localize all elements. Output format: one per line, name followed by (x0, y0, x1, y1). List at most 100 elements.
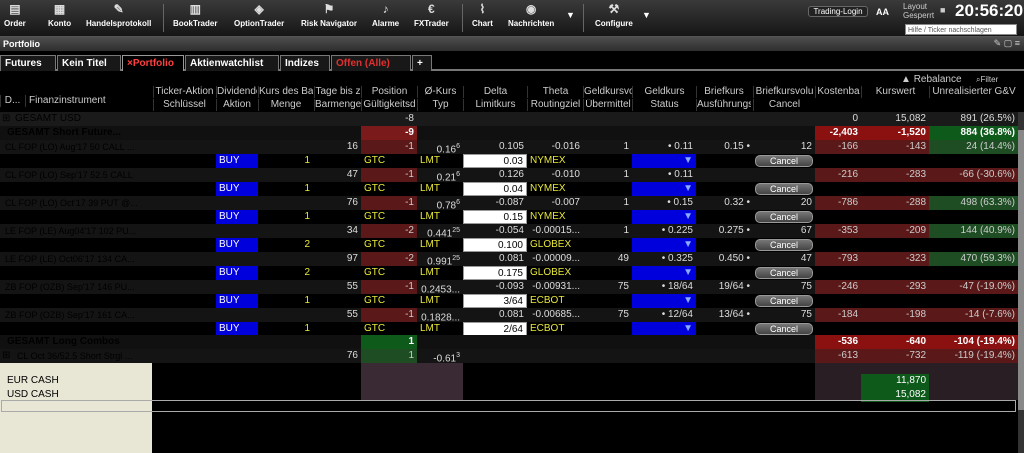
order-route[interactable]: NYMEX (527, 210, 583, 224)
order-cancel-button[interactable]: Cancel (755, 239, 813, 251)
tab-indizes[interactable]: Indizes (280, 55, 330, 71)
order-route[interactable]: NYMEX (527, 154, 583, 168)
order-column-header-3[interactable]: Barmenge (314, 99, 361, 111)
order-status-dropdown[interactable]: ▼ (632, 294, 696, 308)
order-status-dropdown[interactable]: ▼ (632, 266, 696, 280)
order-tif[interactable]: GTC (361, 182, 417, 196)
order-cancel-button[interactable]: Cancel (755, 155, 813, 167)
order-quantity[interactable]: 1 (258, 294, 313, 308)
order-row[interactable]: BUY 1 GTC LMT 0.04 NYMEX ▼ Cancel (0, 182, 1018, 196)
tab-offen-alle[interactable]: Offen (Alle) (331, 55, 411, 71)
toolbar-more-dropdown[interactable]: ▼ (566, 10, 575, 20)
order-tif[interactable]: GTC (361, 266, 417, 280)
toolbar-optiontrader[interactable]: ◈ OptionTrader (234, 2, 284, 28)
order-quantity[interactable]: 1 (258, 182, 313, 196)
order-tif[interactable]: GTC (361, 322, 417, 336)
order-type[interactable]: LMT (417, 266, 463, 280)
instrument-name[interactable]: ZB FOP (OZB) Sep'17 146 PU... (2, 280, 152, 294)
order-route[interactable]: ECBOT (527, 294, 583, 308)
order-type[interactable]: LMT (417, 154, 463, 168)
rebalance-button[interactable]: ▲ Rebalance (901, 74, 962, 85)
order-cancel-button[interactable]: Cancel (755, 211, 813, 223)
order-limit-price[interactable]: 0.100 (463, 238, 527, 252)
order-column-header-1[interactable]: Aktion (216, 99, 257, 111)
column-header-6[interactable]: Position (361, 86, 417, 98)
order-row[interactable]: BUY 2 GTC LMT 0.175 GLOBEX ▼ Cancel (0, 266, 1018, 280)
column-header-14[interactable]: Kostenba (815, 86, 861, 98)
order-tif[interactable]: GTC (361, 294, 417, 308)
order-action-buy[interactable]: BUY (216, 210, 258, 224)
toolbar-nachrichten[interactable]: ◉ Nachrichten (508, 2, 554, 28)
toolbar-fxtrader[interactable]: € FXTrader (414, 2, 449, 28)
position-row[interactable]: LE FOP (LE) Oct06'17 134 CA... 97 -2 0.9912… (0, 252, 1018, 266)
column-header-5[interactable]: Tage bis z (314, 86, 361, 98)
font-size-toggle[interactable]: AA (876, 7, 889, 17)
position-row[interactable]: ZB FOP (OZB) Sep'17 146 PU... 55 -1 0.2453.… (0, 280, 1018, 294)
instrument-name[interactable]: ZB FOP (OZB) Sep'17 161 CA... (2, 308, 152, 322)
order-action-buy[interactable]: BUY (216, 266, 258, 280)
order-column-header-5[interactable]: Typ (417, 99, 463, 111)
order-column-header-8[interactable]: Übermittel (583, 99, 632, 111)
column-header-3[interactable]: Dividende (216, 86, 257, 98)
instrument-name[interactable]: CL FOP (LO) Oct'17 39 PUT @... (2, 196, 152, 210)
order-limit-price[interactable]: 3/64 (463, 294, 527, 308)
order-column-header-7[interactable]: Routingziel (527, 99, 583, 111)
panel-controls[interactable]: ✎ ▢ ≡ (994, 38, 1020, 49)
column-header-15[interactable]: Kurswert (861, 86, 929, 98)
tab-kein-titel[interactable]: Kein Titel (57, 55, 121, 71)
column-header-8[interactable]: Delta (463, 86, 527, 98)
order-column-header-4[interactable]: Gültigkeitsd (361, 99, 417, 111)
order-route[interactable]: NYMEX (527, 182, 583, 196)
instrument-name[interactable]: CL Oct 36/52.5 Short Strgl ... (14, 349, 152, 363)
position-row[interactable]: CL FOP (LO) Aug'17 50 CALL ... 16 -1 0.166 0… (0, 140, 1018, 154)
column-header-16[interactable]: Unrealisierter G&V (929, 86, 1018, 98)
position-row[interactable]: CL FOP (LO) Sep'17 52.5 CALL 47 -1 0.216 0.1… (0, 168, 1018, 182)
group-row-short-futures[interactable]: GESAMT Short Future... -9 -2,403 -1,520 884 … (0, 126, 1018, 140)
order-cancel-button[interactable]: Cancel (755, 267, 813, 279)
instrument-name[interactable]: LE FOP (LE) Oct06'17 134 CA... (2, 252, 152, 266)
order-limit-price[interactable]: 0.175 (463, 266, 527, 280)
filter-button[interactable]: ⌕Filter (976, 75, 998, 85)
order-cancel-button[interactable]: Cancel (755, 183, 813, 195)
layout-lock-status[interactable]: Layout Gesperrt (903, 2, 934, 20)
order-quantity[interactable]: 1 (258, 322, 313, 336)
toolbar-chart[interactable]: ⌇ Chart (472, 2, 493, 28)
tab-add[interactable]: + (412, 55, 432, 71)
position-row[interactable]: ZB FOP (OZB) Sep'17 161 CA... 55 -1 0.1828.… (0, 308, 1018, 322)
order-route[interactable]: ECBOT (527, 322, 583, 336)
column-header-1[interactable]: Finanzinstrument (25, 95, 153, 107)
order-row[interactable]: BUY 1 GTC LMT 0.15 NYMEX ▼ Cancel (0, 210, 1018, 224)
column-header-10[interactable]: Geldkursvol (583, 86, 632, 98)
order-column-header-0[interactable]: Schlüssel (153, 99, 215, 111)
menu-icon[interactable]: ≡ (1015, 38, 1020, 48)
toolbar-konto[interactable]: ▦ Konto (48, 2, 71, 28)
position-row[interactable]: CL FOP (LO) Oct'17 39 PUT @... 76 -1 0.786 -… (0, 196, 1018, 210)
order-column-header-2[interactable]: Menge (258, 99, 313, 111)
maximize-icon[interactable]: ▢ (1004, 38, 1013, 48)
order-column-header-9[interactable]: Status (632, 99, 696, 111)
order-action-buy[interactable]: BUY (216, 238, 258, 252)
order-status-dropdown[interactable]: ▼ (632, 154, 696, 168)
order-action-buy[interactable]: BUY (216, 294, 258, 308)
pin-icon[interactable]: ✎ (994, 38, 1002, 48)
order-row[interactable]: BUY 1 GTC LMT 3/64 ECBOT ▼ Cancel (0, 294, 1018, 308)
order-quantity[interactable]: 1 (258, 154, 313, 168)
column-header-9[interactable]: Theta (527, 86, 583, 98)
order-route[interactable]: GLOBEX (527, 266, 583, 280)
order-column-header-6[interactable]: Limitkurs (463, 99, 527, 111)
toolbar-configure-dropdown[interactable]: ▼ (642, 10, 651, 20)
order-route[interactable]: GLOBEX (527, 238, 583, 252)
toolbar-configure[interactable]: ⚒ Configure (595, 2, 633, 28)
column-header-2[interactable]: Ticker-Aktion (153, 86, 215, 98)
order-type[interactable]: LMT (417, 294, 463, 308)
group-row-long-combos[interactable]: GESAMT Long Combos 1 -536 -640 -104 (-19.4%) (0, 335, 1018, 349)
order-action-buy[interactable]: BUY (216, 322, 258, 336)
order-column-header-10[interactable]: Ausführungs (696, 99, 751, 111)
order-action-buy[interactable]: BUY (216, 182, 258, 196)
toolbar-risk-navigator[interactable]: ⚑ Risk Navigator (301, 2, 357, 28)
instrument-name[interactable]: LE FOP (LE) Aug04'17 102 PU... (2, 224, 152, 238)
order-type[interactable]: LMT (417, 322, 463, 336)
position-row[interactable]: LE FOP (LE) Aug04'17 102 PU... 34 -2 0.4412… (0, 224, 1018, 238)
order-limit-price[interactable]: 0.15 (463, 210, 527, 224)
order-column-header-11[interactable]: Cancel (753, 99, 815, 111)
